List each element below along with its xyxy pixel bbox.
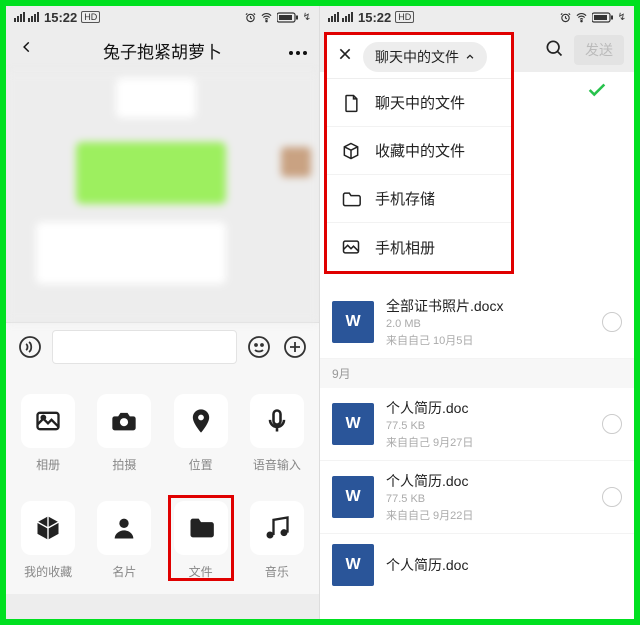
close-icon[interactable] <box>337 46 353 67</box>
dropdown-item-fav-files[interactable]: 收藏中的文件 <box>327 127 511 175</box>
status-time: 15:22 <box>44 10 77 25</box>
chat-input-bar <box>6 322 319 370</box>
image-icon <box>341 237 361 257</box>
status-bar-left: 15:22 HD ↯ <box>6 6 319 28</box>
chat-body <box>6 72 319 322</box>
source-dropdown: 聊天中的文件 聊天中的文件 收藏中的文件 手机存储 手机相册 <box>324 32 514 274</box>
word-doc-icon: W <box>332 544 374 586</box>
file-row[interactable]: W 个人简历.doc 77.5 KB 来自自己 9月27日 <box>320 388 634 461</box>
status-time: 15:22 <box>358 10 391 25</box>
file-row[interactable]: W 全部证书照片.docx 2.0 MB 来自自己 10月5日 <box>320 286 634 359</box>
signal-icon <box>328 12 354 22</box>
hd-icon: HD <box>81 11 100 23</box>
voice-icon[interactable] <box>16 333 44 361</box>
select-circle[interactable] <box>602 414 622 434</box>
attach-label: 相册 <box>36 456 60 473</box>
select-circle[interactable] <box>602 312 622 332</box>
right-panel: 15:22 HD ↯ 聊天中的文件 <box>320 6 634 619</box>
file-from: 来自自己 10月5日 <box>386 335 473 347</box>
attach-label: 名片 <box>112 563 136 580</box>
cube-icon <box>341 141 361 161</box>
attach-favorites[interactable]: 我的收藏 <box>10 501 86 580</box>
word-doc-icon: W <box>332 301 374 343</box>
attach-file[interactable]: 文件 <box>163 501 239 580</box>
more-button[interactable] <box>283 39 313 62</box>
send-button-label: 发送 <box>585 42 613 58</box>
filter-pill-label: 聊天中的文件 <box>375 47 459 67</box>
file-name: 全部证书照片.docx <box>386 296 590 316</box>
chat-header: 兔子抱紧胡萝卜 <box>6 28 319 72</box>
hd-icon: HD <box>395 11 414 23</box>
filter-pill[interactable]: 聊天中的文件 <box>363 42 487 72</box>
alarm-icon <box>560 12 571 23</box>
file-row[interactable]: W 个人简历.doc 77.5 KB 来自自己 9月22日 <box>320 461 634 534</box>
attach-location[interactable]: 位置 <box>163 394 239 473</box>
attach-music[interactable]: 音乐 <box>239 501 315 580</box>
chevron-up-icon <box>465 52 475 62</box>
file-size: 77.5 KB <box>386 420 425 432</box>
signal-icon <box>14 12 40 22</box>
dropdown-header: 聊天中的文件 <box>327 35 511 79</box>
message-input[interactable] <box>52 330 237 364</box>
file-name: 个人简历.doc <box>386 555 622 575</box>
left-panel: 15:22 HD ↯ 兔子抱紧胡萝卜 <box>6 6 320 619</box>
send-button[interactable]: 发送 <box>574 35 624 65</box>
battery-icon <box>277 12 299 23</box>
folder-icon <box>341 189 361 209</box>
dropdown-item-label: 收藏中的文件 <box>375 140 465 161</box>
file-list: W 全部证书照片.docx 2.0 MB 来自自己 10月5日 9月 W 个人简… <box>320 286 634 619</box>
emoji-icon[interactable] <box>245 333 273 361</box>
attach-label: 语音输入 <box>253 456 301 473</box>
dropdown-item-album[interactable]: 手机相册 <box>327 223 511 271</box>
file-name: 个人简历.doc <box>386 471 590 491</box>
word-doc-icon: W <box>332 476 374 518</box>
highlight-box-file <box>168 495 234 581</box>
attach-contact[interactable]: 名片 <box>86 501 162 580</box>
wifi-icon <box>575 12 588 23</box>
battery-icon <box>592 12 614 23</box>
file-row[interactable]: W 个人简历.doc <box>320 534 634 596</box>
check-icon <box>586 79 608 101</box>
dropdown-item-label: 聊天中的文件 <box>375 92 465 113</box>
attach-camera[interactable]: 拍摄 <box>86 394 162 473</box>
attach-panel: 相册 拍摄 位置 语音输入 我的收藏 <box>6 370 319 594</box>
document-icon <box>341 93 361 113</box>
alarm-icon <box>245 12 256 23</box>
section-label: 9月 <box>320 359 634 388</box>
file-from: 来自自己 9月27日 <box>386 437 473 449</box>
attach-label: 拍摄 <box>112 456 136 473</box>
dropdown-item-label: 手机存储 <box>375 188 435 209</box>
chat-title: 兔子抱紧胡萝卜 <box>42 38 283 63</box>
attach-album[interactable]: 相册 <box>10 394 86 473</box>
attach-voice[interactable]: 语音输入 <box>239 394 315 473</box>
file-size: 2.0 MB <box>386 318 421 330</box>
wifi-icon <box>260 12 273 23</box>
dropdown-item-label: 手机相册 <box>375 237 435 258</box>
dropdown-item-chat-files[interactable]: 聊天中的文件 <box>327 79 511 127</box>
word-doc-icon: W <box>332 403 374 445</box>
plus-icon[interactable] <box>281 333 309 361</box>
dropdown-item-storage[interactable]: 手机存储 <box>327 175 511 223</box>
select-circle[interactable] <box>602 487 622 507</box>
file-from: 来自自己 9月22日 <box>386 510 473 522</box>
file-name: 个人简历.doc <box>386 398 590 418</box>
status-bar-right: 15:22 HD ↯ <box>320 6 634 28</box>
attach-label: 位置 <box>189 456 213 473</box>
file-size: 77.5 KB <box>386 493 425 505</box>
app-frame: 15:22 HD ↯ 兔子抱紧胡萝卜 <box>0 0 640 625</box>
search-icon[interactable] <box>544 38 564 63</box>
back-button[interactable] <box>12 38 42 62</box>
attach-label: 音乐 <box>265 563 289 580</box>
attach-label: 我的收藏 <box>24 563 72 580</box>
